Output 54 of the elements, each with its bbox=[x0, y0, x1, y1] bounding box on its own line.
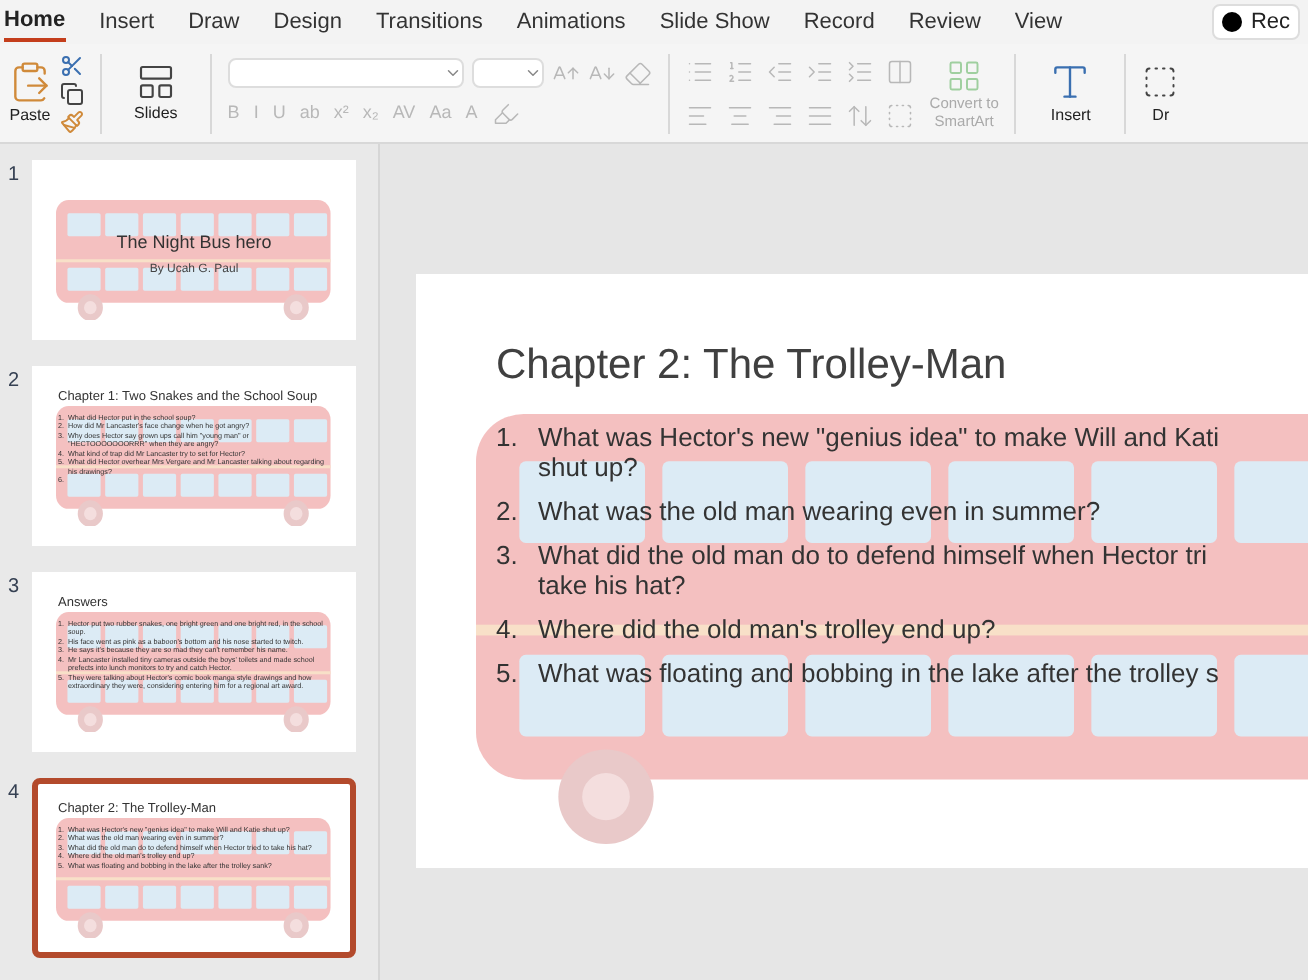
columns-icon[interactable] bbox=[885, 57, 914, 85]
ribbon-tab[interactable]: View bbox=[1014, 2, 1063, 42]
ribbon-tab[interactable]: Animations bbox=[516, 2, 626, 42]
font-name-field[interactable] bbox=[227, 58, 464, 88]
chevron-down-icon bbox=[443, 64, 462, 82]
record-icon bbox=[1222, 12, 1243, 32]
clipboard-icon bbox=[8, 59, 52, 103]
slide-title: Chapter 2: The Trolley-Man bbox=[496, 340, 1009, 392]
align-right-icon[interactable] bbox=[765, 101, 794, 129]
align-center-icon[interactable] bbox=[725, 101, 754, 129]
numbering-icon[interactable] bbox=[725, 57, 754, 85]
ribbon-tab[interactable]: Record bbox=[803, 2, 875, 42]
slide-number: 4 bbox=[8, 780, 22, 808]
draw-button[interactable]: Dr bbox=[1142, 59, 1179, 127]
item-text: What did the old man do to defend himself when Hector tri take his hat? bbox=[538, 539, 1208, 599]
slide-number: 3 bbox=[8, 574, 22, 602]
chevron-down-icon bbox=[523, 64, 542, 82]
item-number: 3. bbox=[496, 539, 520, 573]
outdent-icon[interactable] bbox=[765, 57, 794, 85]
align-left-icon[interactable] bbox=[685, 101, 714, 129]
item-text: What was Hector's new "genius idea" to make Will and Kati shut up? bbox=[538, 421, 1219, 481]
insert-button[interactable]: Insert bbox=[1032, 59, 1109, 127]
item-number: 2. bbox=[496, 495, 520, 525]
item-number: 4. bbox=[496, 613, 520, 643]
paste-button[interactable]: Paste bbox=[8, 59, 52, 127]
text-direction-icon[interactable] bbox=[845, 101, 874, 129]
line-spacing-icon[interactable] bbox=[845, 57, 874, 85]
item-number: 5. bbox=[496, 657, 520, 687]
item-text: Where did the old man's trolley end up? bbox=[538, 613, 996, 643]
item-text: What was the old man wearing even in summer? bbox=[538, 495, 1101, 525]
ribbon-tab[interactable]: Design bbox=[273, 2, 342, 42]
slide-number: 2 bbox=[8, 368, 22, 396]
highlighter-icon[interactable] bbox=[491, 100, 520, 128]
slide-number: 1 bbox=[8, 162, 22, 190]
item-text: What was floating and bobbing in the lake after the trolley s bbox=[538, 657, 1219, 687]
justify-icon[interactable] bbox=[805, 101, 834, 129]
copy-icon[interactable] bbox=[60, 81, 84, 105]
slides-button[interactable]: Slides bbox=[118, 61, 194, 125]
smartart-icon bbox=[946, 57, 983, 93]
item-number: 1. bbox=[496, 421, 520, 455]
scissors-icon[interactable] bbox=[60, 53, 84, 77]
slide-thumbnail[interactable] bbox=[32, 778, 356, 958]
indent-icon[interactable] bbox=[805, 57, 834, 85]
record-button[interactable]: Rec bbox=[1212, 4, 1300, 40]
layout-icon bbox=[135, 61, 176, 101]
ribbon-tab[interactable]: Transitions bbox=[376, 2, 483, 42]
ribbon-tab[interactable]: Draw bbox=[188, 2, 240, 42]
thumbnail-title: The Night Bus hero bbox=[116, 230, 272, 256]
align-text-icon[interactable] bbox=[885, 101, 914, 129]
ribbon-tab[interactable]: Insert bbox=[99, 2, 155, 42]
ribbon-tab[interactable]: Review bbox=[908, 2, 981, 42]
ribbon-tab[interactable]: Slide Show bbox=[659, 2, 770, 42]
clear-format-icon[interactable] bbox=[623, 59, 652, 87]
font-size-field[interactable] bbox=[471, 58, 544, 88]
